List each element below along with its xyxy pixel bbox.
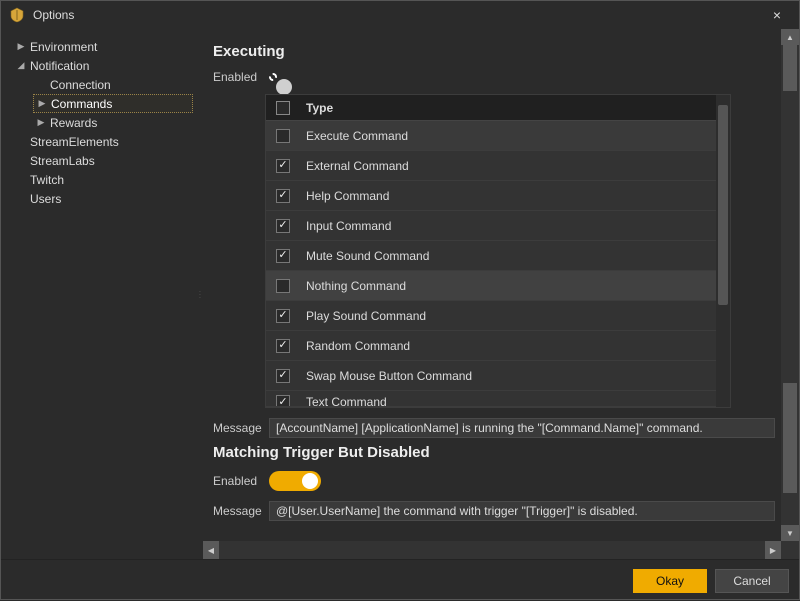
command-label: Execute Command	[300, 129, 730, 143]
titlebar: Options ×	[1, 1, 799, 29]
command-row[interactable]: External Command	[266, 151, 730, 181]
scroll-down-icon[interactable]: ▼	[781, 525, 799, 541]
command-label: Text Command	[300, 395, 730, 407]
command-type-header[interactable]: Type	[300, 101, 710, 115]
command-row[interactable]: Random Command	[266, 331, 730, 361]
scrollbar-thumb[interactable]	[783, 383, 797, 493]
command-checkbox[interactable]	[276, 339, 290, 353]
toggle-knob-icon	[302, 473, 318, 489]
command-label: Input Command	[300, 219, 730, 233]
chevron-right-icon: ▶	[15, 41, 27, 52]
command-label: Swap Mouse Button Command	[300, 369, 730, 383]
executing-heading: Executing	[213, 43, 775, 60]
command-row[interactable]: Nothing Command	[266, 271, 730, 301]
chevron-right-icon: ▶	[35, 117, 47, 128]
chevron-right-icon: ▶	[36, 98, 48, 109]
command-checkbox[interactable]	[276, 129, 290, 143]
toggle-knob-icon	[276, 79, 292, 95]
command-checkbox[interactable]	[276, 369, 290, 383]
sidebar-item-notification[interactable]: ◢ Notification	[15, 56, 193, 75]
sidebar-item-environment[interactable]: ▶ Environment	[15, 37, 193, 56]
scroll-left-icon[interactable]: ◀	[203, 541, 219, 559]
command-row[interactable]: Help Command	[266, 181, 730, 211]
command-label: Play Sound Command	[300, 309, 730, 323]
command-row[interactable]: Play Sound Command	[266, 301, 730, 331]
command-label: External Command	[300, 159, 730, 173]
sidebar-item-users[interactable]: Users	[15, 189, 193, 208]
matching-heading: Matching Trigger But Disabled	[213, 444, 775, 461]
executing-enabled-highlight	[269, 73, 277, 81]
scroll-right-icon[interactable]: ▶	[765, 541, 781, 559]
chevron-down-icon: ◢	[15, 60, 27, 71]
matching-message-label: Message	[213, 504, 269, 518]
command-row[interactable]: Text Command	[266, 391, 730, 407]
sidebar-item-streamelements[interactable]: StreamElements	[15, 132, 193, 151]
content-pane: Executing Enabled Type ▲	[203, 29, 799, 559]
command-checkbox[interactable]	[276, 249, 290, 263]
app-icon	[9, 7, 25, 23]
scroll-up-icon[interactable]: ▲	[781, 29, 799, 45]
command-row[interactable]: Swap Mouse Button Command	[266, 361, 730, 391]
sidebar-item-streamlabs[interactable]: StreamLabs	[15, 151, 193, 170]
command-checkbox[interactable]	[276, 309, 290, 323]
scrollbar-thumb[interactable]	[718, 105, 728, 305]
matching-enabled-label: Enabled	[213, 474, 269, 488]
command-label: Random Command	[300, 339, 730, 353]
command-list-scrollbar[interactable]	[716, 95, 730, 407]
command-list-header[interactable]: Type ▲	[266, 95, 730, 121]
sidebar-item-twitch[interactable]: Twitch	[15, 170, 193, 189]
matching-message-input[interactable]	[269, 501, 775, 521]
command-row[interactable]: Execute Command	[266, 121, 730, 151]
cancel-button[interactable]: Cancel	[715, 569, 789, 593]
command-checkbox[interactable]	[276, 189, 290, 203]
command-label: Mute Sound Command	[300, 249, 730, 263]
command-checkbox[interactable]	[276, 159, 290, 173]
okay-button[interactable]: Okay	[633, 569, 707, 593]
sidebar-item-rewards[interactable]: ▶ Rewards	[33, 113, 193, 132]
close-button[interactable]: ×	[763, 1, 791, 29]
sidebar-item-connection[interactable]: Connection	[33, 75, 193, 94]
command-checkbox[interactable]	[276, 279, 290, 293]
command-checkbox[interactable]	[276, 219, 290, 233]
command-row[interactable]: Input Command	[266, 211, 730, 241]
content-horizontal-scrollbar[interactable]: ◀ ▶	[203, 541, 781, 559]
command-row[interactable]: Mute Sound Command	[266, 241, 730, 271]
select-all-checkbox[interactable]	[276, 101, 290, 115]
sidebar-item-commands[interactable]: ▶ Commands	[33, 94, 193, 113]
command-label: Nothing Command	[300, 279, 730, 293]
sidebar-tree: ▶ Environment ◢ Notification Connection …	[1, 29, 197, 559]
command-label: Help Command	[300, 189, 730, 203]
command-type-list: Type ▲ Execute Command External Command …	[265, 94, 731, 408]
matching-enabled-toggle[interactable]	[269, 471, 321, 491]
scrollbar-thumb[interactable]	[783, 45, 797, 91]
window-title: Options	[33, 8, 763, 22]
scrollbar-track[interactable]	[781, 45, 799, 525]
executing-message-input[interactable]	[269, 418, 775, 438]
command-checkbox[interactable]	[276, 395, 290, 407]
executing-enabled-label: Enabled	[213, 70, 269, 84]
content-vertical-scrollbar[interactable]: ▲ ▼	[781, 29, 799, 541]
executing-message-label: Message	[213, 421, 269, 435]
dialog-footer: Okay Cancel	[1, 559, 799, 601]
scroll-corner	[781, 541, 799, 559]
